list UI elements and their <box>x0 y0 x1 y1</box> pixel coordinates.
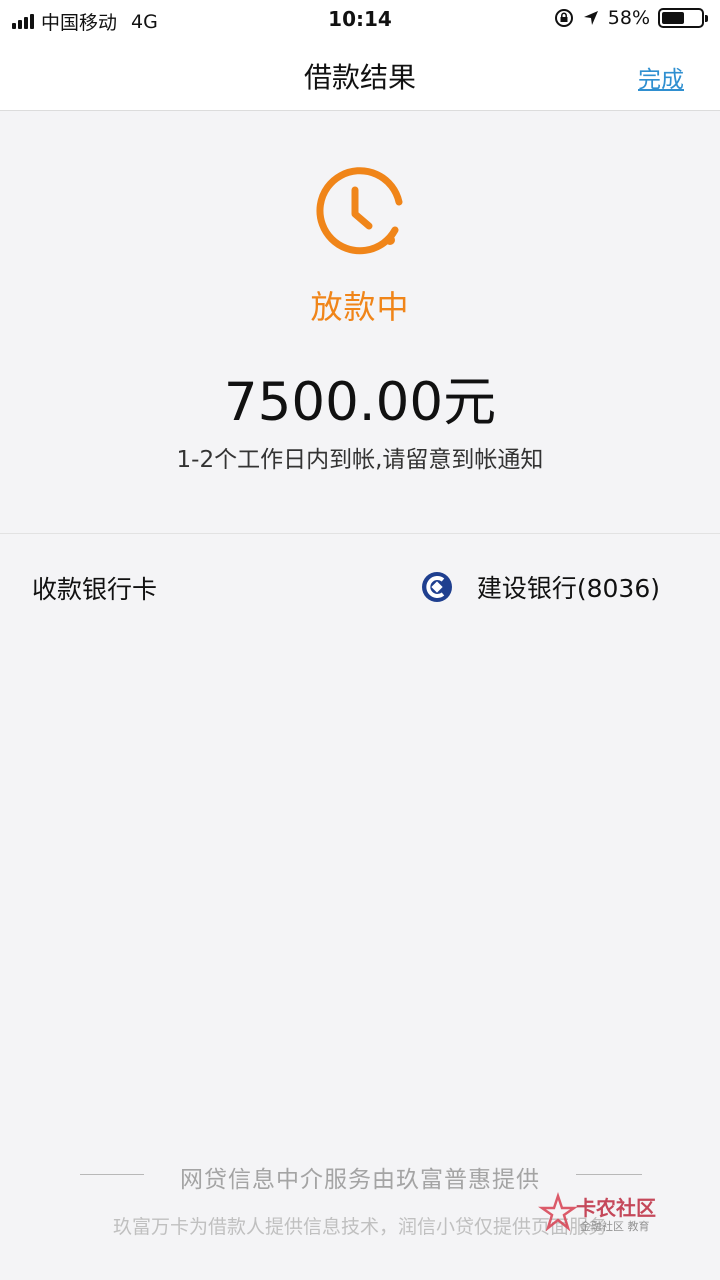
watermark-logo-icon <box>538 1192 578 1232</box>
clock-icon <box>316 167 403 255</box>
loan-result-screen: 中国移动 4G 10:14 58% 借款结果 完成 放款中 7500.00元 1… <box>0 0 720 1280</box>
watermark-title: 卡农社区 <box>576 1196 656 1220</box>
status-right: 58% <box>554 7 708 29</box>
done-button[interactable]: 完成 <box>638 60 684 94</box>
watermark-subtitle: 金融社区 教育 <box>580 1220 650 1233</box>
navigation-bar: 借款结果 完成 <box>0 38 720 111</box>
ccb-bank-icon <box>421 572 452 602</box>
page-title: 借款结果 <box>303 61 416 94</box>
battery-fill <box>662 12 685 24</box>
orientation-lock-icon <box>554 9 573 27</box>
battery-icon <box>658 8 708 28</box>
loan-amount: 7500.00元 <box>223 372 497 433</box>
receiving-bank-row: 收款银行卡 建设银行(8036) <box>0 534 720 638</box>
community-watermark: 卡农社区 金融社区 教育 <box>536 1190 666 1240</box>
battery-percent: 58% <box>607 7 650 29</box>
status-bar: 中国移动 4G 10:14 58% <box>0 0 720 38</box>
result-section: 放款中 7500.00元 1-2个工作日内到帐,请留意到帐通知 <box>0 112 720 532</box>
arrival-note: 1-2个工作日内到帐,请留意到帐通知 <box>176 447 544 473</box>
bank-value: 建设银行(8036) <box>421 569 660 605</box>
loan-status: 放款中 <box>310 288 410 326</box>
bank-name: 建设银行(8036) <box>476 574 660 603</box>
footer-provider-text: 网贷信息中介服务由玖富普惠提供 <box>180 1167 540 1193</box>
location-arrow-icon <box>583 11 598 25</box>
bank-label: 收款银行卡 <box>32 575 158 604</box>
